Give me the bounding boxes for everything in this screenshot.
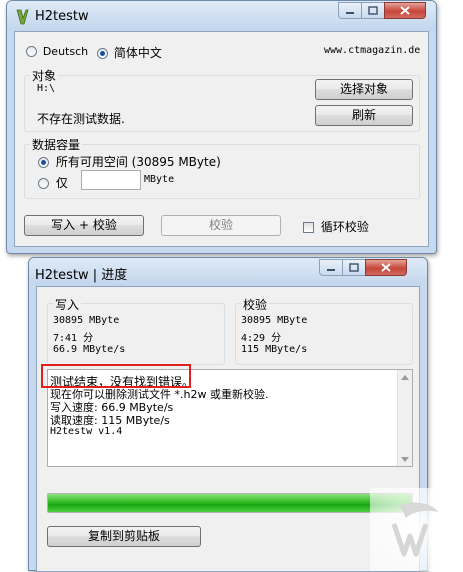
maximize-icon bbox=[368, 6, 378, 15]
verify-time: 4:29 分 bbox=[241, 333, 282, 344]
progress-window-client: 写入 30895 MByte 7:41 分 66.9 MByte/s 校验 30… bbox=[36, 286, 420, 572]
write-time: 7:41 分 bbox=[53, 333, 94, 344]
progress-close-button[interactable] bbox=[365, 259, 407, 276]
verify-size: 30895 MByte bbox=[241, 315, 308, 326]
progress-window: H2testw | 进度 写入 30895 MByte 7:41 分 66.9 … bbox=[28, 257, 428, 572]
write-speed: 66.9 MByte/s bbox=[53, 344, 126, 355]
write-stats-label: 写入 bbox=[53, 296, 82, 313]
progress-minimize-button[interactable] bbox=[319, 259, 343, 276]
close-icon bbox=[400, 6, 410, 15]
annotation-highlight-box bbox=[41, 364, 191, 388]
write-size: 30895 MByte bbox=[53, 315, 120, 326]
capacity-all-option[interactable]: 所有可用空间 (30895 MByte) bbox=[38, 153, 221, 170]
maximize-icon bbox=[349, 263, 359, 272]
radio-only[interactable] bbox=[38, 178, 49, 189]
target-path: H:\ bbox=[37, 83, 56, 94]
progress-maximize-button[interactable] bbox=[342, 259, 366, 276]
triangle-down-icon bbox=[401, 456, 409, 462]
language-label-chinese: 简体中文 bbox=[113, 46, 162, 60]
main-window-title: H2testw bbox=[35, 9, 89, 24]
loop-verify-label: 循环校验 bbox=[320, 220, 369, 234]
main-window-titlebar[interactable]: H2testw bbox=[7, 1, 436, 31]
verify-button[interactable]: 校验 bbox=[161, 215, 281, 236]
verify-speed: 115 MByte/s bbox=[241, 344, 308, 355]
capacity-all-label: 所有可用空间 (30895 MByte) bbox=[55, 155, 221, 169]
scroll-up-arrow[interactable] bbox=[398, 370, 412, 384]
progress-bar bbox=[47, 493, 413, 513]
write-verify-button[interactable]: 写入 + 校验 bbox=[24, 215, 144, 236]
loop-verify-option[interactable]: 循环校验 bbox=[303, 218, 369, 235]
radio-all-space[interactable] bbox=[38, 157, 49, 168]
minimize-icon bbox=[327, 268, 335, 271]
log-scrollbar[interactable] bbox=[397, 370, 412, 466]
progress-window-titlebar[interactable]: H2testw | 进度 bbox=[29, 258, 427, 286]
copy-to-clipboard-button[interactable]: 复制到剪贴板 bbox=[47, 526, 201, 547]
close-button[interactable] bbox=[384, 2, 426, 19]
website-text: www.ctmagazin.de bbox=[324, 45, 421, 56]
language-option-chinese[interactable]: 简体中文 bbox=[97, 44, 162, 61]
triangle-up-icon bbox=[401, 374, 409, 380]
capacity-only-label: 仅 bbox=[55, 176, 68, 190]
target-group-label: 对象 bbox=[30, 67, 59, 84]
target-status: 不存在测试数据. bbox=[37, 112, 125, 126]
capacity-group-label: 数据容量 bbox=[30, 136, 83, 153]
loop-verify-checkbox[interactable] bbox=[303, 222, 314, 233]
radio-deutsch[interactable] bbox=[26, 46, 37, 57]
progress-bar-fill bbox=[48, 494, 412, 512]
capacity-unit: MByte bbox=[144, 174, 175, 185]
watermark-logo bbox=[370, 488, 463, 571]
capacity-only-input[interactable] bbox=[81, 170, 141, 190]
progress-window-title: H2testw | 进度 bbox=[35, 268, 128, 283]
refresh-button[interactable]: 刷新 bbox=[315, 105, 413, 126]
maximize-button[interactable] bbox=[361, 2, 385, 19]
minimize-icon bbox=[346, 11, 354, 14]
main-window-client: Deutsch 简体中文 www.ctmagazin.de 对象 H:\ 不存在… bbox=[14, 31, 429, 247]
close-icon bbox=[381, 263, 391, 272]
log-line-5: H2testw v1.4 bbox=[50, 426, 123, 437]
capacity-only-option[interactable]: 仅 bbox=[38, 174, 68, 191]
language-option-deutsch[interactable]: Deutsch bbox=[26, 44, 88, 58]
h2testw-app-icon bbox=[16, 9, 29, 25]
minimize-button[interactable] bbox=[338, 2, 362, 19]
main-window: H2testw Deutsch 简体中文 www.ctmagazin.de 对象 bbox=[6, 0, 437, 254]
language-label-deutsch: Deutsch bbox=[42, 45, 89, 58]
scroll-down-arrow[interactable] bbox=[398, 452, 412, 466]
verify-stats-label: 校验 bbox=[241, 296, 270, 313]
radio-chinese[interactable] bbox=[97, 48, 108, 59]
select-target-button[interactable]: 选择对象 bbox=[315, 79, 413, 100]
